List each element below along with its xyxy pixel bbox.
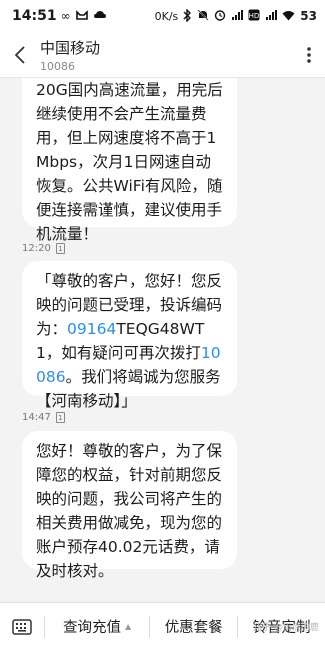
message-meta: 14:47 1: [22, 412, 65, 423]
battery-level: 53: [300, 9, 317, 23]
caret-up-icon: ▲: [125, 622, 132, 631]
message-list[interactable]: 20G国内高速流量，用完后继续使用不会产生流量费用，但上网速度将不高于1Mbps…: [0, 78, 325, 602]
query-recharge-menu[interactable]: 查询充值 ▲: [45, 603, 149, 650]
mute-icon: [197, 9, 209, 23]
more-vertical-icon: [307, 46, 311, 63]
cloud-icon: [93, 9, 107, 23]
svg-text:HD: HD: [249, 12, 260, 20]
message-bubble[interactable]: 「尊敬的客户，您好！您反映的问题已受理，投诉编码为：09164TEQG48WT1…: [22, 261, 237, 410]
chevron-left-icon: [14, 45, 25, 64]
infinity-icon: ∞: [60, 9, 71, 23]
back-button[interactable]: [0, 32, 40, 78]
code-link[interactable]: 09164: [67, 320, 116, 338]
sim-number: 1: [58, 413, 63, 422]
menu-label: 优惠套餐: [164, 620, 223, 636]
status-bar: 14:51 ∞ 0K/s HD 53: [0, 0, 325, 32]
bluetooth-icon: [183, 7, 192, 24]
signal-icon: [265, 9, 278, 23]
message-bubble[interactable]: 20G国内高速流量，用完后继续使用不会产生流量费用，但上网速度将不高于1Mbps…: [22, 78, 237, 243]
package-offers-menu[interactable]: 优惠套餐: [150, 603, 237, 650]
hd-icon: HD: [248, 9, 260, 23]
contact-name: 中国移动: [40, 38, 101, 57]
menu-label: 查询充值: [63, 620, 122, 636]
sim-card-icon: 1: [55, 412, 65, 423]
contact-number: 10086: [40, 59, 75, 73]
message-time: 12:20: [22, 243, 51, 254]
keyboard-toggle-button[interactable]: [0, 603, 44, 650]
message-bubble[interactable]: 您好！尊敬的客户，为了保障您的权益，针对前期您反映的问题，我公司将产生的相关费用…: [22, 431, 237, 580]
message-meta: 12:20 1: [22, 243, 65, 254]
sim-card-icon: 1: [55, 243, 65, 254]
contact-info[interactable]: 中国移动 10086: [40, 37, 100, 73]
more-options-button[interactable]: [293, 32, 325, 78]
sim-number: 1: [58, 244, 63, 253]
message-time: 14:47: [22, 412, 51, 423]
data-speed: 0K/s: [154, 9, 179, 23]
message-text: 20G国内高速流量，用完后继续使用不会产生流量费用，但上网速度将不高于1Mbps…: [36, 81, 223, 243]
message-text: 您好！尊敬的客户，为了保障您的权益，针对前期您反映的问题，我公司将产生的相关费用…: [36, 442, 223, 580]
wifi-icon: [282, 10, 295, 23]
clock: 14:51: [12, 8, 57, 24]
watermark: 知乎 @雨瑞的鹿: [253, 623, 319, 633]
conversation-header: 中国移动 10086: [0, 32, 325, 78]
status-right: 0K/s HD 53: [154, 7, 317, 24]
keyboard-icon: [12, 618, 32, 635]
signal-icon: [231, 9, 244, 23]
alarm-icon: [214, 9, 226, 23]
status-left: 14:51 ∞: [12, 8, 107, 24]
cat-icon: [75, 9, 89, 23]
